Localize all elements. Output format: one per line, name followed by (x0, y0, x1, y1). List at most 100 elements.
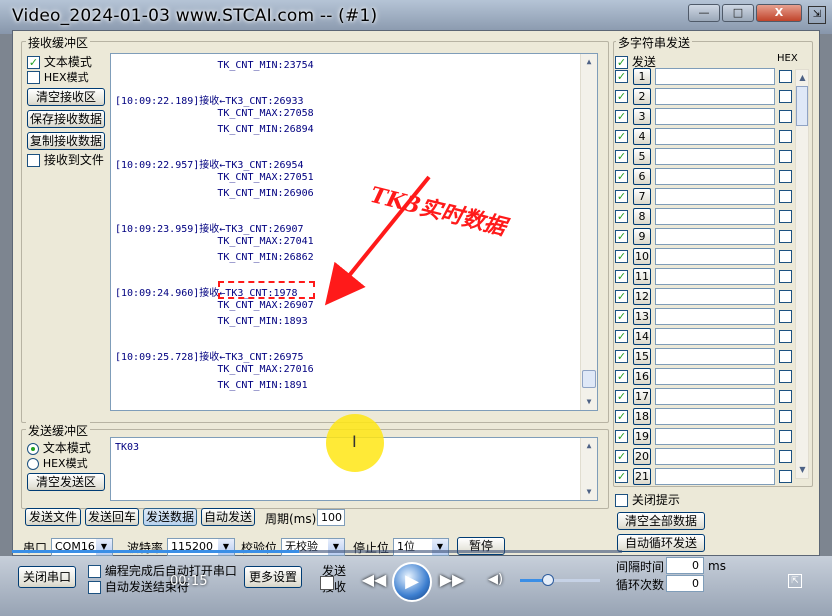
row-send-button[interactable]: 13 (633, 308, 651, 325)
row-send-button[interactable]: 14 (633, 328, 651, 345)
receive-textarea[interactable]: TK_CNT_MIN:23754 [10:09:22.189]接收←TK3_CNT… (110, 53, 598, 411)
row-send-checkbox[interactable]: ✓ (615, 210, 628, 223)
send-return-button[interactable]: 发送回车 (85, 508, 139, 526)
row-send-checkbox[interactable]: ✓ (615, 390, 628, 403)
row-send-button[interactable]: 21 (633, 468, 651, 485)
row-send-button[interactable]: 7 (633, 188, 651, 205)
row-hex-checkbox[interactable] (779, 70, 792, 83)
row-send-button[interactable]: 1 (633, 68, 651, 85)
auto-send-end-checkbox[interactable] (88, 581, 101, 594)
send-scroll-up-icon[interactable]: ▲ (581, 438, 597, 454)
fullscreen-icon[interactable]: ⇱ (788, 574, 802, 588)
send-data-button[interactable]: 发送数据 (143, 508, 197, 526)
row-hex-checkbox[interactable] (779, 310, 792, 323)
row-text-input[interactable] (655, 88, 775, 105)
receive-to-file-checkbox[interactable] (27, 154, 40, 167)
scroll-up-icon[interactable]: ▲ (581, 54, 597, 70)
row-hex-checkbox[interactable] (779, 410, 792, 423)
row-send-button[interactable]: 16 (633, 368, 651, 385)
row-hex-checkbox[interactable] (779, 170, 792, 183)
row-send-button[interactable]: 4 (633, 128, 651, 145)
row-send-button[interactable]: 9 (633, 228, 651, 245)
row-text-input[interactable] (655, 308, 775, 325)
interval-input[interactable]: 0 (666, 557, 704, 574)
stop-icon[interactable] (320, 576, 334, 590)
send-hex-mode-radio[interactable] (27, 457, 39, 470)
row-send-checkbox[interactable]: ✓ (615, 370, 628, 383)
row-send-checkbox[interactable]: ✓ (615, 430, 628, 443)
row-hex-checkbox[interactable] (779, 130, 792, 143)
row-text-input[interactable] (655, 248, 775, 265)
clear-send-button[interactable]: 清空发送区 (27, 473, 105, 491)
row-send-button[interactable]: 12 (633, 288, 651, 305)
row-hex-checkbox[interactable] (779, 350, 792, 363)
auto-open-checkbox[interactable] (88, 565, 101, 578)
row-send-button[interactable]: 6 (633, 168, 651, 185)
row-text-input[interactable] (655, 268, 775, 285)
volume-slider[interactable] (520, 579, 600, 582)
auto-send-button[interactable]: 自动发送 (201, 508, 255, 526)
row-text-input[interactable] (655, 388, 775, 405)
row-send-checkbox[interactable]: ✓ (615, 330, 628, 343)
row-send-button[interactable]: 5 (633, 148, 651, 165)
row-send-button[interactable]: 3 (633, 108, 651, 125)
volume-knob[interactable] (542, 574, 554, 586)
row-hex-checkbox[interactable] (779, 390, 792, 403)
send-text-mode[interactable]: 文本模式 (27, 439, 91, 456)
row-send-checkbox[interactable]: ✓ (615, 450, 628, 463)
copy-receive-button[interactable]: 复制接收数据 (27, 132, 105, 150)
loop-input[interactable]: 0 (666, 575, 704, 592)
volume-icon[interactable]: ◀) (488, 572, 504, 588)
maximize-button[interactable]: □ (722, 4, 754, 22)
row-text-input[interactable] (655, 288, 775, 305)
row-send-checkbox[interactable]: ✓ (615, 110, 628, 123)
row-text-input[interactable] (655, 348, 775, 365)
row-send-button[interactable]: 2 (633, 88, 651, 105)
row-send-checkbox[interactable]: ✓ (615, 90, 628, 103)
row-send-button[interactable]: 18 (633, 408, 651, 425)
exit-fullscreen-icon[interactable]: ⇲ (808, 6, 826, 24)
row-send-checkbox[interactable]: ✓ (615, 230, 628, 243)
row-hex-checkbox[interactable] (779, 270, 792, 283)
row-text-input[interactable] (655, 448, 775, 465)
play-icon[interactable]: ▶ (392, 562, 432, 602)
row-send-checkbox[interactable]: ✓ (615, 250, 628, 263)
row-send-checkbox[interactable]: ✓ (615, 290, 628, 303)
send-scrollbar[interactable]: ▲ ▼ (580, 438, 597, 500)
row-hex-checkbox[interactable] (779, 190, 792, 203)
row-text-input[interactable] (655, 168, 775, 185)
receive-text-mode[interactable]: ✓ 文本模式 (27, 53, 92, 70)
seek-bar[interactable] (12, 550, 622, 553)
clear-receive-button[interactable]: 清空接收区 (27, 88, 105, 106)
row-send-button[interactable]: 20 (633, 448, 651, 465)
row-send-button[interactable]: 8 (633, 208, 651, 225)
row-send-checkbox[interactable]: ✓ (615, 170, 628, 183)
send-hex-mode[interactable]: HEX模式 (27, 455, 88, 471)
row-text-input[interactable] (655, 68, 775, 85)
period-input[interactable]: 100 (317, 509, 345, 526)
clear-all-button[interactable]: 清空全部数据 (617, 512, 705, 530)
row-hex-checkbox[interactable] (779, 330, 792, 343)
row-send-button[interactable]: 19 (633, 428, 651, 445)
row-text-input[interactable] (655, 208, 775, 225)
auto-open-option[interactable]: 编程完成后自动打开串口 (88, 562, 237, 579)
row-send-button[interactable]: 11 (633, 268, 651, 285)
row-send-button[interactable]: 17 (633, 388, 651, 405)
row-send-checkbox[interactable]: ✓ (615, 350, 628, 363)
row-text-input[interactable] (655, 148, 775, 165)
row-hex-checkbox[interactable] (779, 150, 792, 163)
multi-scroll-down-icon[interactable]: ▼ (796, 462, 809, 478)
stop-select[interactable]: 1位 ▼ (393, 538, 449, 556)
row-hex-checkbox[interactable] (779, 430, 792, 443)
scroll-thumb[interactable] (582, 370, 596, 388)
baud-select[interactable]: 115200 ▼ (167, 538, 235, 556)
row-hex-checkbox[interactable] (779, 90, 792, 103)
row-text-input[interactable] (655, 108, 775, 125)
row-send-checkbox[interactable]: ✓ (615, 190, 628, 203)
row-hex-checkbox[interactable] (779, 110, 792, 123)
row-send-checkbox[interactable]: ✓ (615, 150, 628, 163)
save-receive-button[interactable]: 保存接收数据 (27, 110, 105, 128)
row-send-checkbox[interactable]: ✓ (615, 310, 628, 323)
row-hex-checkbox[interactable] (779, 470, 792, 483)
receive-hex-mode[interactable]: HEX模式 (27, 69, 89, 85)
